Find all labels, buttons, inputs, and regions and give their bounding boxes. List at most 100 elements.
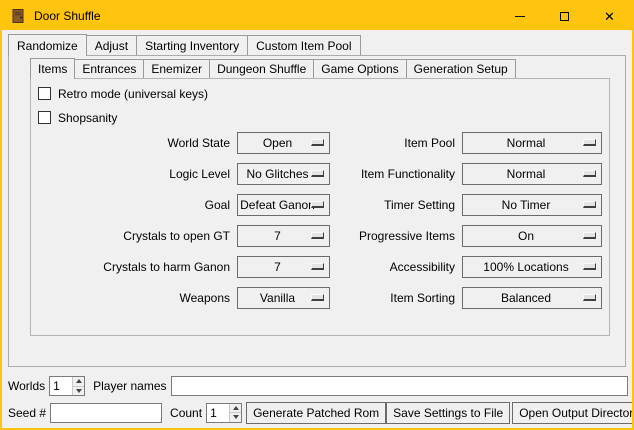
tab-adjust[interactable]: Adjust <box>86 35 137 55</box>
arrow-down-icon <box>233 415 239 419</box>
weapons-dropdown[interactable]: Vanilla <box>237 287 330 309</box>
dropdown-indicator-icon <box>583 294 596 301</box>
tab-label: Game Options <box>321 62 398 76</box>
dropdown-indicator-icon <box>583 263 596 270</box>
dropdown-indicator-icon <box>311 201 324 208</box>
item-functionality-dropdown[interactable]: Normal <box>462 163 602 185</box>
count-spinbox <box>206 403 242 423</box>
save-settings-button[interactable]: Save Settings to File <box>386 402 510 424</box>
shopsanity-row: Shopsanity <box>38 110 117 125</box>
goal-dropdown[interactable]: Defeat Ganon <box>237 194 330 216</box>
arrow-up-icon <box>233 406 239 410</box>
dropdown-indicator-icon <box>583 139 596 146</box>
tab-label: Enemizer <box>151 62 202 76</box>
subtab-game-options[interactable]: Game Options <box>313 59 406 78</box>
window-controls: ✕ <box>497 2 632 30</box>
worlds-spinbox <box>49 376 85 396</box>
retro-mode-row: Retro mode (universal keys) <box>38 86 208 101</box>
count-spin-up-button[interactable] <box>230 404 241 413</box>
dropdown-indicator-icon <box>311 232 324 239</box>
tab-label: Entrances <box>82 62 136 76</box>
crystals-ganon-label: Crystals to harm Ganon <box>38 256 230 278</box>
item-functionality-label: Item Functionality <box>337 163 455 185</box>
app-icon <box>10 8 26 24</box>
progressive-items-label: Progressive Items <box>337 225 455 247</box>
options-grid: World State Open Item Pool Normal Logic … <box>38 132 602 309</box>
dropdown-indicator-icon <box>311 294 324 301</box>
count-input[interactable] <box>207 404 229 422</box>
worlds-label: Worlds <box>8 379 45 393</box>
weapons-label: Weapons <box>38 287 230 309</box>
player-names-input[interactable] <box>171 376 629 396</box>
seed-label: Seed # <box>8 406 46 420</box>
subtab-entrances[interactable]: Entrances <box>74 59 144 78</box>
dropdown-indicator-icon <box>311 139 324 146</box>
logic-level-dropdown[interactable]: No Glitches <box>237 163 330 185</box>
main-tab-bar: Randomize Adjust Starting Inventory Cust… <box>8 33 360 55</box>
count-spin-down-button[interactable] <box>230 412 241 422</box>
dropdown-indicator-icon <box>583 170 596 177</box>
tab-label: Custom Item Pool <box>256 39 351 53</box>
tab-randomize[interactable]: Randomize <box>8 34 87 56</box>
world-state-dropdown[interactable]: Open <box>237 132 330 154</box>
subtab-enemizer[interactable]: Enemizer <box>143 59 210 78</box>
item-sorting-label: Item Sorting <box>337 287 455 309</box>
player-names-label: Player names <box>93 379 166 393</box>
window: Door Shuffle ✕ Randomize Adjust Starting… <box>0 0 634 430</box>
count-label: Count <box>170 406 202 420</box>
tab-label: Generation Setup <box>414 62 508 76</box>
accessibility-label: Accessibility <box>337 256 455 278</box>
seed-row: Seed # Count Generate Patched Rom Save S… <box>8 401 628 424</box>
progressive-items-dropdown[interactable]: On <box>462 225 602 247</box>
crystals-gt-dropdown[interactable]: 7 <box>237 225 330 247</box>
open-output-directory-button[interactable]: Open Output Directory <box>512 402 634 424</box>
tab-label: Dungeon Shuffle <box>217 62 306 76</box>
logic-level-label: Logic Level <box>38 163 230 185</box>
minimize-button[interactable] <box>497 2 542 30</box>
minimize-icon <box>515 16 525 17</box>
close-button[interactable]: ✕ <box>587 2 632 30</box>
subtab-dungeon-shuffle[interactable]: Dungeon Shuffle <box>209 59 314 78</box>
subtab-items[interactable]: Items <box>30 58 75 79</box>
dropdown-indicator-icon <box>583 201 596 208</box>
worlds-spin-buttons <box>72 377 84 395</box>
maximize-icon <box>560 12 569 21</box>
tab-label: Starting Inventory <box>145 39 239 53</box>
tab-label: Items <box>38 62 67 76</box>
dropdown-indicator-icon <box>311 263 324 270</box>
crystals-ganon-dropdown[interactable]: 7 <box>237 256 330 278</box>
arrow-down-icon <box>76 389 82 393</box>
dropdown-indicator-icon <box>311 170 324 177</box>
shopsanity-label: Shopsanity <box>58 111 117 125</box>
goal-label: Goal <box>38 194 230 216</box>
worlds-row: Worlds Player names <box>8 375 628 397</box>
shopsanity-checkbox[interactable] <box>38 111 51 124</box>
arrow-up-icon <box>76 379 82 383</box>
retro-mode-label: Retro mode (universal keys) <box>58 87 208 101</box>
timer-setting-label: Timer Setting <box>337 194 455 216</box>
item-sorting-dropdown[interactable]: Balanced <box>462 287 602 309</box>
tab-label: Adjust <box>95 39 128 53</box>
worlds-input[interactable] <box>50 377 72 395</box>
seed-input[interactable] <box>50 403 162 423</box>
world-state-label: World State <box>38 132 230 154</box>
timer-setting-dropdown[interactable]: No Timer <box>462 194 602 216</box>
generate-patched-rom-button[interactable]: Generate Patched Rom <box>246 402 386 424</box>
sub-tab-bar: Items Entrances Enemizer Dungeon Shuffle… <box>30 57 515 78</box>
item-pool-dropdown[interactable]: Normal <box>462 132 602 154</box>
dropdown-indicator-icon <box>583 232 596 239</box>
tab-starting-inventory[interactable]: Starting Inventory <box>136 35 248 55</box>
item-pool-label: Item Pool <box>337 132 455 154</box>
window-title: Door Shuffle <box>34 9 101 23</box>
worlds-spin-down-button[interactable] <box>73 386 84 396</box>
tab-label: Randomize <box>17 39 78 53</box>
close-icon: ✕ <box>604 10 615 23</box>
tab-custom-item-pool[interactable]: Custom Item Pool <box>247 35 360 55</box>
retro-mode-checkbox[interactable] <box>38 87 51 100</box>
maximize-button[interactable] <box>542 2 587 30</box>
titlebar: Door Shuffle ✕ <box>2 2 632 30</box>
subtab-generation-setup[interactable]: Generation Setup <box>406 59 516 78</box>
worlds-spin-up-button[interactable] <box>73 377 84 386</box>
count-spin-buttons <box>229 404 241 422</box>
accessibility-dropdown[interactable]: 100% Locations <box>462 256 602 278</box>
